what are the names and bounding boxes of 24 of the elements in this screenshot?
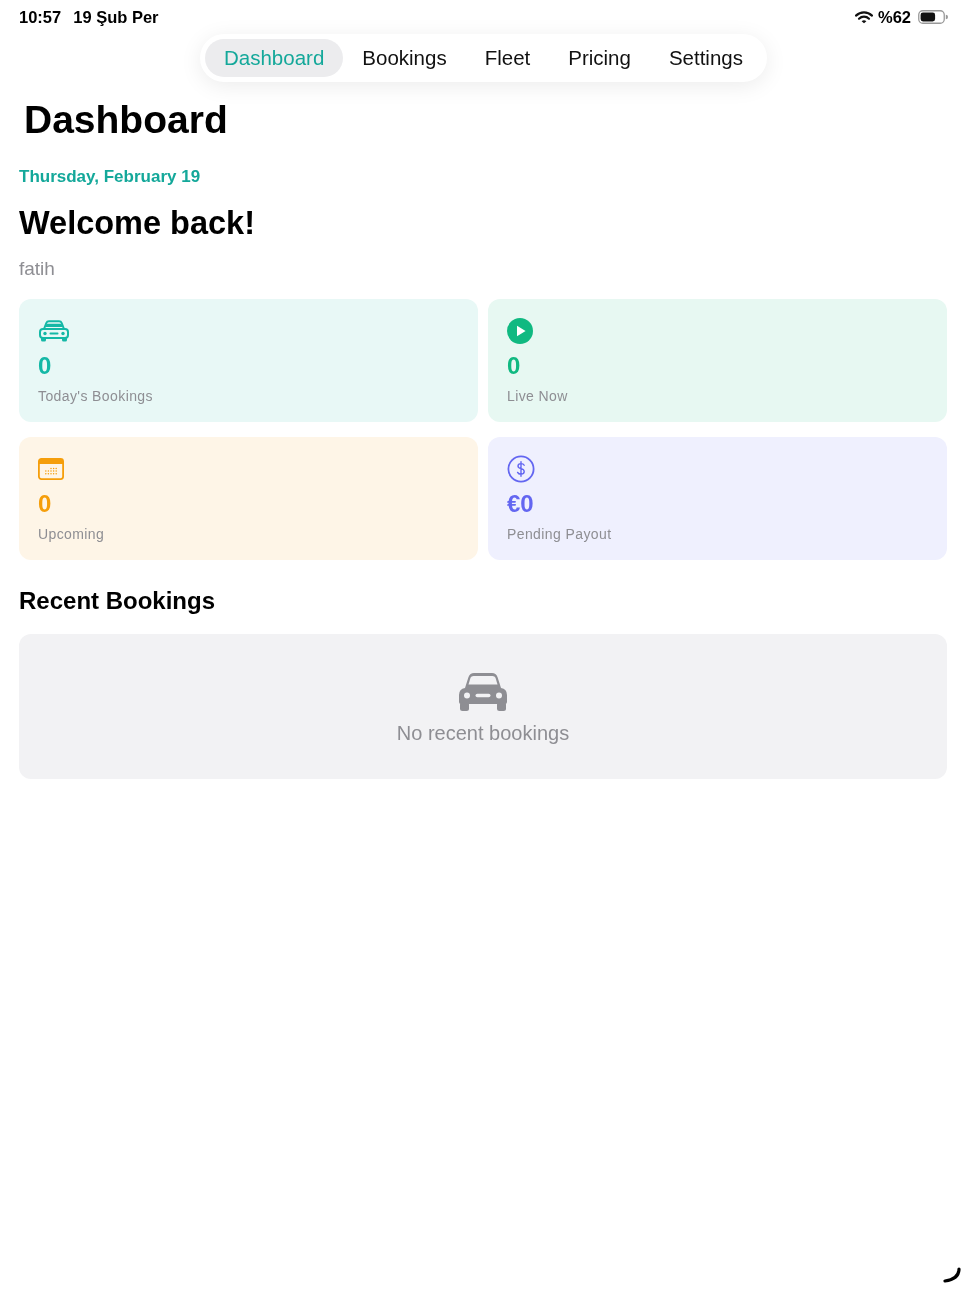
section-title: Recent Bookings: [19, 586, 217, 616]
empty-message: No recent bookings: [396, 721, 570, 745]
date-text: Thursday, February 19: [19, 166, 202, 188]
user-name: fatih: [19, 257, 56, 281]
stat-value: 0: [38, 352, 53, 380]
stat-label: Live Now: [507, 387, 569, 405]
welcome-heading: Welcome back!: [19, 204, 257, 242]
status-time: 10:57: [19, 8, 62, 27]
battery-icon: [918, 10, 948, 24]
stat-value: €0: [507, 490, 535, 518]
stat-label: Pending Payout: [507, 525, 613, 543]
page-title: Dashboard: [24, 98, 229, 142]
status-date: 19 Şub Per: [73, 8, 159, 27]
arc-mark-icon: [942, 1267, 962, 1283]
wifi-icon: [854, 10, 873, 24]
stat-label: Upcoming: [38, 525, 106, 543]
tab[interactable]: Bookings: [343, 39, 466, 77]
battery-percentage: %62: [877, 7, 911, 27]
stat-label: Today's Bookings: [38, 387, 154, 405]
tab[interactable]: Fleet: [465, 39, 550, 77]
stat-value: 0: [507, 352, 522, 380]
stat-value: 0: [38, 490, 53, 518]
tab[interactable]: Settings: [649, 39, 762, 77]
tab[interactable]: Pricing: [549, 39, 650, 77]
